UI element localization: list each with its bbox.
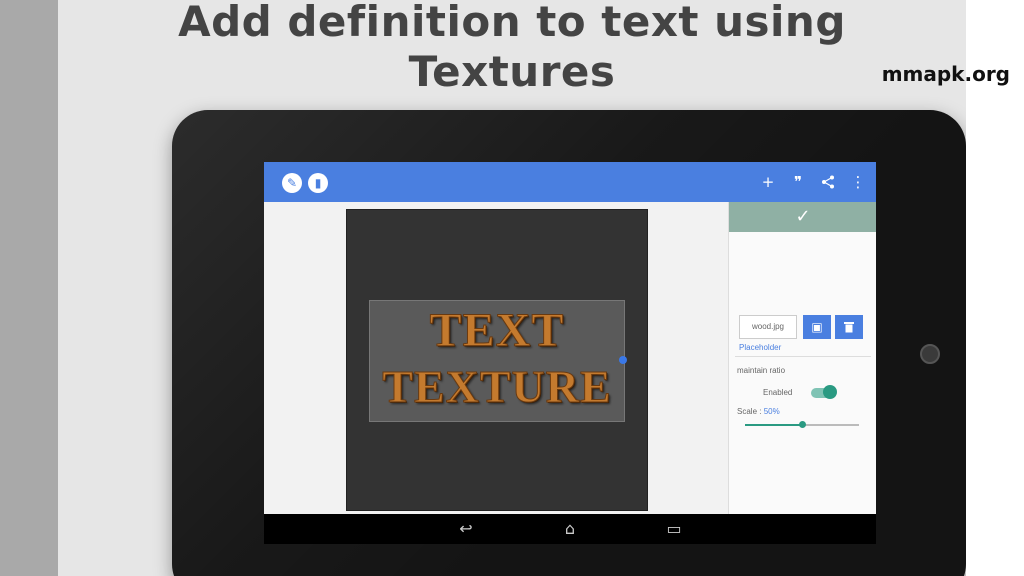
delete-texture-button[interactable] (835, 315, 863, 339)
maintain-ratio-label: maintain ratio (737, 366, 786, 375)
confirm-button[interactable]: ✓ (729, 202, 876, 232)
headline-line-2: Textures (408, 47, 616, 96)
app-toolbar: ✎ ▮ + ❞ ⋮ (264, 162, 876, 202)
back-icon[interactable]: ↩ (455, 520, 477, 538)
document-canvas[interactable]: TEXT TEXTURE (346, 209, 648, 511)
scale-slider-fill (745, 424, 802, 426)
resize-handle[interactable] (619, 356, 627, 364)
tablet-screen: ✎ ▮ + ❞ ⋮ TEXT TEXTURE ✓ wood.jpg ▣ Plac… (264, 162, 876, 544)
image-picker-button[interactable]: ▣ (803, 315, 831, 339)
overflow-menu-icon[interactable]: ⋮ (849, 171, 867, 193)
headline-line-1: Add definition to text using (178, 0, 846, 46)
quote-icon[interactable]: ❞ (789, 171, 807, 193)
scale-slider-thumb[interactable] (798, 421, 806, 428)
texture-settings-panel: ✓ wood.jpg ▣ Placeholder maintain ratio … (728, 202, 876, 514)
site-watermark: mmapk.org (881, 62, 1010, 86)
scale-label: Scale : (737, 407, 762, 416)
left-margin-strip (0, 0, 58, 576)
add-icon[interactable]: + (759, 171, 777, 193)
texture-text-line-2: TEXTURE (382, 361, 612, 413)
texture-text-line-1: TEXT (429, 304, 565, 358)
recents-icon[interactable]: ▭ (663, 520, 685, 538)
enabled-toggle-knob[interactable] (823, 385, 837, 399)
placeholder-link[interactable]: Placeholder (739, 343, 781, 352)
scale-readout: Scale : 50% (737, 407, 780, 416)
check-icon: ✓ (795, 206, 811, 227)
enabled-label: Enabled (763, 388, 793, 397)
promo-banner: Add definition to text using Textures ✎ … (58, 0, 966, 576)
right-margin-strip (966, 0, 1024, 576)
pencil-icon[interactable]: ✎ (282, 173, 302, 193)
panel-divider (735, 356, 871, 357)
editor-canvas-area: TEXT TEXTURE (264, 202, 728, 514)
camera-icon (920, 344, 940, 364)
home-icon[interactable]: ⌂ (559, 520, 581, 538)
texture-file-field[interactable]: wood.jpg (739, 315, 797, 339)
scale-value: 50% (763, 407, 780, 416)
share-icon[interactable] (819, 171, 837, 193)
text-layer[interactable]: TEXT TEXTURE (369, 300, 625, 422)
tablet-frame: ✎ ▮ + ❞ ⋮ TEXT TEXTURE ✓ wood.jpg ▣ Plac… (172, 110, 966, 576)
android-nav-bar: ↩ ⌂ ▭ (264, 514, 876, 544)
trash-icon[interactable]: ▮ (308, 173, 328, 193)
